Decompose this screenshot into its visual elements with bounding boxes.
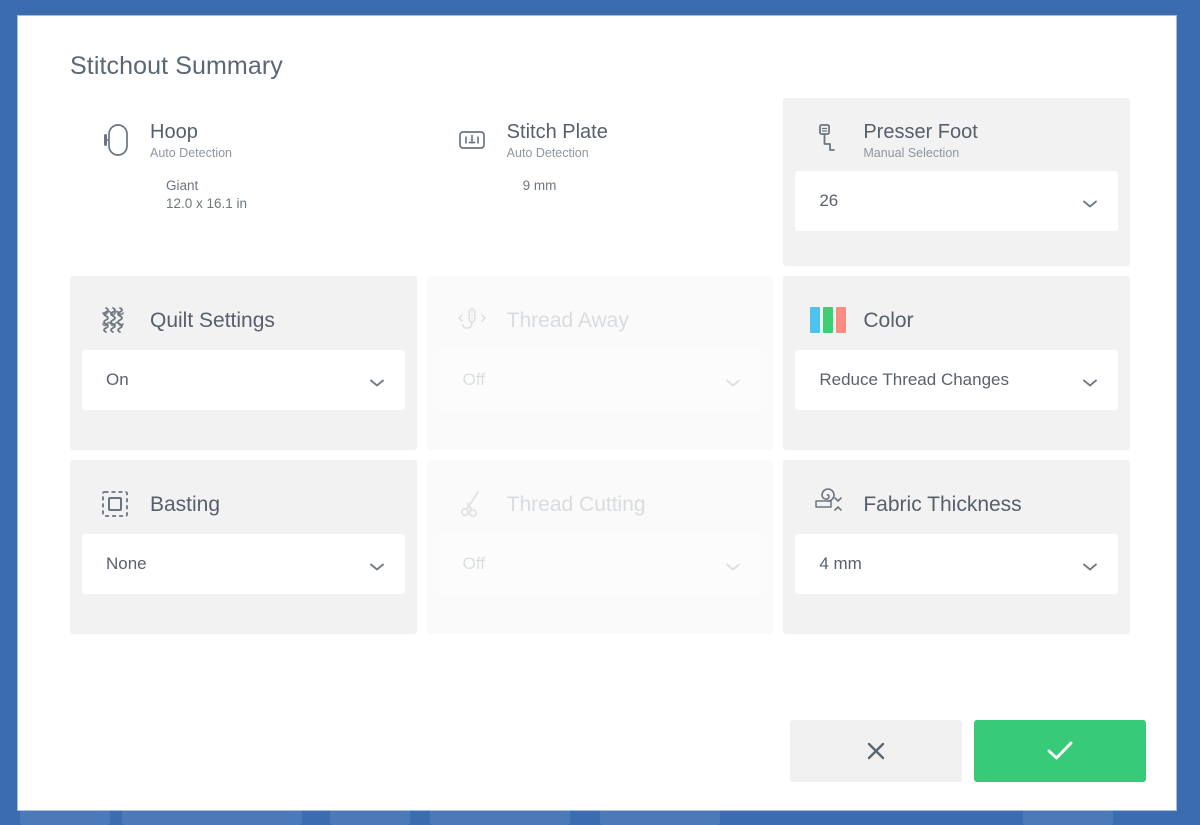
card-title: Thread Cutting (506, 493, 646, 516)
chevron-down-icon (369, 375, 385, 387)
select-value: 26 (819, 191, 839, 210)
card-title: Thread Away (506, 309, 629, 332)
dialog-footer (790, 720, 1146, 782)
settings-row: Hoop Auto Detection Giant 12.0 x 16.1 in (70, 98, 1131, 266)
presser-foot-icon (809, 120, 847, 160)
scissors-icon (453, 484, 491, 524)
card-title: Stitch Plate (506, 121, 608, 143)
card-header-text: Thread Away (507, 308, 629, 332)
confirm-button[interactable] (974, 720, 1146, 782)
card-header: Thread Away (427, 276, 774, 340)
settings-row: Basting None Thread Cutting Off Fabric T… (70, 460, 1131, 634)
card-header-text: Basting (150, 492, 220, 516)
card-subtitle: Auto Detection (506, 146, 589, 160)
card-title: Color (863, 309, 914, 332)
chevron-down-icon (1082, 375, 1098, 387)
card-title: Hoop (150, 121, 198, 143)
card-header: Basting (70, 460, 417, 524)
card-basting: Basting None (70, 460, 417, 634)
cancel-button[interactable] (790, 720, 962, 782)
hoop-dimensions: 12.0 x 16.1 in (166, 196, 248, 211)
card-header-text: Quilt Settings (150, 308, 275, 332)
chevron-down-icon (369, 559, 385, 571)
card-header-text: Color (863, 308, 913, 332)
card-header: Quilt Settings (70, 276, 417, 340)
color-select[interactable]: Reduce Thread Changes (795, 350, 1119, 410)
select-value: Off (462, 370, 486, 389)
card-title: Presser Foot (863, 121, 978, 143)
card-stitch-plate: Stitch Plate Auto Detection 9 mm (426, 98, 774, 266)
thread-away-icon (453, 300, 491, 340)
fabric-roll-icon (809, 484, 847, 524)
card-detail: 9 mm (427, 161, 774, 195)
hoop-icon (96, 120, 134, 160)
quilt-settings-select[interactable]: On (82, 350, 405, 410)
chevron-down-icon (1082, 196, 1098, 208)
card-header-text: Stitch Plate Auto Detection (507, 120, 608, 161)
card-hoop: Hoop Auto Detection Giant 12.0 x 16.1 in (70, 98, 417, 266)
select-value: Off (462, 554, 486, 573)
fabric-thickness-select[interactable]: 4 mm (795, 534, 1119, 594)
card-header: Presser Foot Manual Selection (783, 98, 1130, 161)
card-color: Color Reduce Thread Changes (783, 276, 1131, 450)
card-quilt-settings: Quilt Settings On (70, 276, 417, 450)
color-swatch (810, 307, 847, 333)
card-detail: Giant 12.0 x 16.1 in (70, 161, 417, 213)
card-subtitle: Manual Selection (863, 146, 960, 160)
thread-cutting-select: Off (438, 534, 762, 594)
card-header: Stitch Plate Auto Detection (427, 98, 774, 161)
color-swatch-green (823, 307, 834, 333)
card-header: Thread Cutting (427, 460, 774, 524)
card-header-text: Thread Cutting (507, 492, 646, 516)
select-value: On (106, 370, 129, 389)
basting-icon (96, 484, 134, 524)
card-title: Quilt Settings (150, 309, 275, 332)
card-presser-foot: Presser Foot Manual Selection 26 (783, 98, 1131, 266)
chevron-down-icon (1082, 559, 1098, 571)
card-title: Basting (150, 493, 221, 516)
chevron-down-icon (725, 375, 741, 387)
stitch-plate-icon (453, 120, 491, 160)
select-value: Reduce Thread Changes (819, 370, 1009, 389)
settings-grid: Hoop Auto Detection Giant 12.0 x 16.1 in (70, 98, 1131, 644)
stitchout-summary-dialog: Stitchout Summary Hoop Auto Detection Gi… (18, 16, 1176, 810)
color-swatch-cyan (810, 307, 821, 333)
card-thread-away: Thread Away Off (426, 276, 774, 450)
basting-select[interactable]: None (82, 534, 405, 594)
select-value: 4 mm (819, 554, 862, 573)
hoop-name: Giant (166, 178, 199, 193)
card-header: Fabric Thickness (783, 460, 1130, 524)
select-value: None (106, 554, 147, 573)
check-icon (1044, 738, 1076, 764)
card-header: Color (783, 276, 1130, 340)
thread-away-select: Off (438, 350, 762, 410)
card-header-text: Fabric Thickness (863, 492, 1021, 516)
color-bars-icon (809, 300, 847, 340)
page-title: Stitchout Summary (70, 52, 283, 80)
quilt-pattern-icon (96, 300, 134, 340)
card-subtitle: Auto Detection (150, 146, 232, 160)
settings-row: Quilt Settings On Thread Away Off Color … (70, 276, 1131, 450)
card-header: Hoop Auto Detection (70, 98, 417, 161)
chevron-down-icon (725, 559, 741, 571)
stitch-plate-width: 9 mm (522, 178, 557, 193)
card-title: Fabric Thickness (863, 493, 1022, 516)
presser-foot-select[interactable]: 26 (795, 171, 1119, 231)
close-icon (863, 738, 889, 764)
card-header-text: Presser Foot Manual Selection (863, 120, 977, 161)
color-swatch-salmon (836, 307, 847, 333)
card-fabric-thickness: Fabric Thickness 4 mm (783, 460, 1131, 634)
card-thread-cutting: Thread Cutting Off (426, 460, 774, 634)
card-header-text: Hoop Auto Detection (150, 120, 232, 161)
